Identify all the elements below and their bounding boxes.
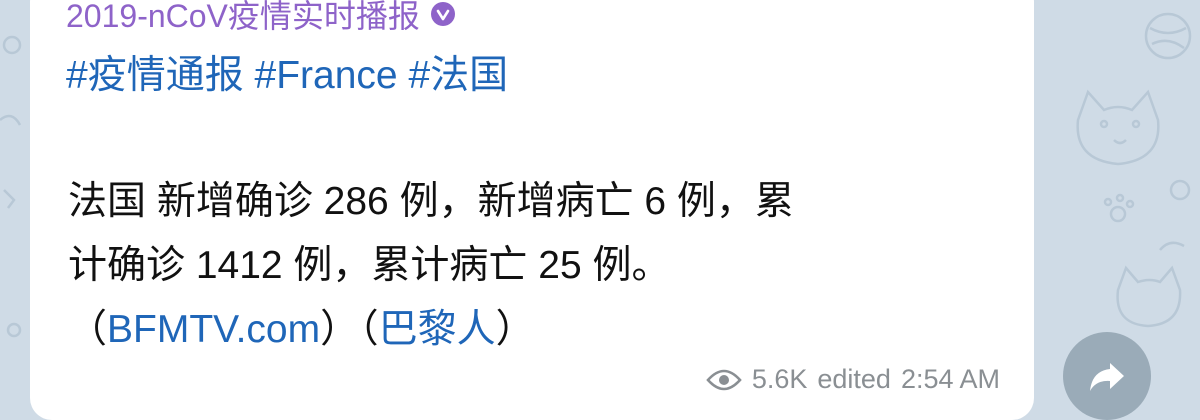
source-link-le-parisien[interactable]: 巴黎人 — [379, 308, 496, 351]
message-line-1: 法国 新增确诊 286 例，新增病亡 6 例，累 — [68, 180, 794, 223]
hashtag-france-cn[interactable]: #法国 — [408, 54, 508, 97]
view-count: 5.6K — [751, 364, 808, 394]
verified-badge-icon — [430, 2, 455, 26]
message-meta: 5.6K edited 2:54 AM — [706, 364, 1000, 395]
paren-open: （ — [359, 308, 379, 351]
eye-icon — [706, 369, 742, 390]
edited-label: edited — [817, 364, 891, 394]
hashtag-row: #疫情通报 #France #法国 — [66, 50, 508, 102]
share-arrow-icon — [1090, 363, 1124, 391]
hashtag-outbreak-report[interactable]: #疫情通报 — [66, 54, 244, 97]
share-button[interactable] — [1063, 332, 1151, 420]
channel-name[interactable]: 2019-nCoV疫情实时播报 — [66, 0, 420, 37]
paren-close: ） — [320, 308, 360, 351]
paren-open: （ — [68, 308, 108, 351]
source-link-bfmtv[interactable]: BFMTV.com — [107, 308, 320, 351]
channel-header: 2019-nCoV疫情实时播报 — [66, 0, 456, 34]
message-body: 法国 新增确诊 286 例，新增病亡 6 例，累 计确诊 1412 例，累计病亡… — [68, 170, 1008, 362]
hashtag-france[interactable]: #France — [255, 54, 398, 97]
message-line-3: （BFMTV.com）（巴黎人） — [68, 298, 1008, 362]
message-time: 2:54 AM — [900, 364, 1000, 394]
paren-close: ） — [495, 308, 535, 351]
message-line-2: 计确诊 1412 例，累计病亡 25 例。 — [68, 244, 671, 287]
